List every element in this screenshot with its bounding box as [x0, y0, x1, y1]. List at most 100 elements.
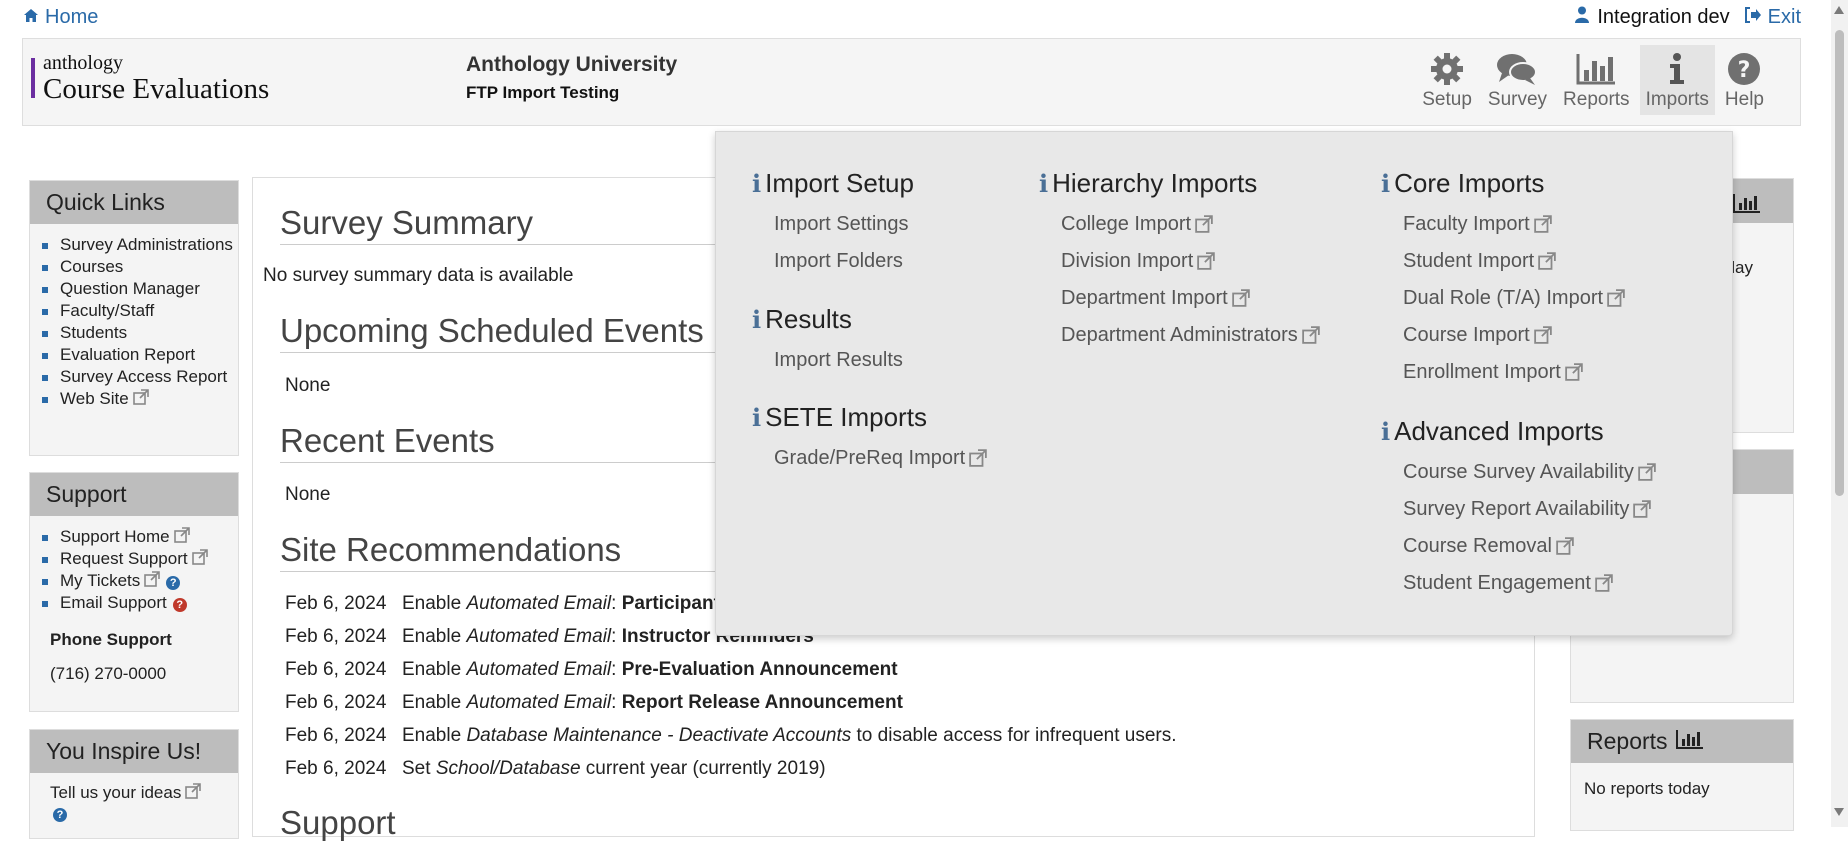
external-link-icon — [1533, 326, 1552, 344]
nav-help-label: Help — [1724, 89, 1764, 110]
quick-link-survey-access-report[interactable]: Survey Access Report — [42, 366, 238, 388]
page-scrollbar[interactable] — [1831, 0, 1848, 827]
results-group: i Results Import Results — [752, 304, 903, 372]
external-link-icon — [173, 527, 190, 543]
nav-imports-label: Imports — [1645, 89, 1709, 110]
student-import-link[interactable]: Student Import — [1403, 249, 1625, 273]
institution-subtitle: FTP Import Testing — [466, 83, 620, 102]
department-import-link[interactable]: Department Import — [1061, 286, 1320, 310]
dual-role-import-link[interactable]: Dual Role (T/A) Import — [1403, 286, 1625, 310]
ideas-link[interactable]: Tell us your ideas — [50, 783, 202, 802]
enrollment-import-link[interactable]: Enrollment Import — [1403, 360, 1625, 384]
nav-survey[interactable]: Survey — [1482, 45, 1553, 115]
sete-imports-heading: i SETE Imports — [752, 402, 927, 432]
external-link-icon — [1197, 252, 1216, 270]
external-link-icon — [191, 549, 208, 565]
info-icon — [1667, 51, 1687, 87]
imports-dropdown-menu: i Import Setup Import Settings Import Fol… — [715, 131, 1733, 636]
phone-support-label: Phone Support — [50, 630, 172, 649]
right-panel-text: lay — [1731, 258, 1753, 277]
inspire-title: You Inspire Us! — [30, 730, 238, 773]
quick-link-courses[interactable]: Courses — [42, 256, 238, 278]
recommendation-row[interactable]: Feb 6, 2024 Enable Database Maintenance -… — [285, 725, 1177, 747]
course-import-link[interactable]: Course Import — [1403, 323, 1625, 347]
import-setup-group: i Import Setup Import Settings Import Fol… — [752, 168, 914, 273]
sign-out-icon — [1744, 6, 1762, 29]
inspire-panel: You Inspire Us! Tell us your ideas ? — [29, 729, 239, 839]
home-label: Home — [45, 6, 99, 28]
nav-setup[interactable]: Setup — [1416, 45, 1478, 115]
recommendation-row[interactable]: Feb 6, 2024 Enable Automated Email: Pre-E… — [285, 659, 898, 681]
quick-link-students[interactable]: Students — [42, 322, 238, 344]
bar-chart-icon — [1576, 51, 1616, 87]
external-link-icon — [1538, 252, 1556, 270]
external-link-icon — [1301, 326, 1320, 344]
info-icon: i — [1381, 417, 1391, 446]
faculty-import-link[interactable]: Faculty Import — [1403, 212, 1625, 236]
external-link-icon — [1595, 574, 1613, 592]
nav-imports[interactable]: Imports — [1639, 45, 1715, 115]
recommendation-row[interactable]: Feb 6, 2024 Set School/Database current y… — [285, 758, 826, 780]
sete-imports-group: i SETE Imports Grade/PreReq Import — [752, 402, 987, 470]
info-icon: i — [1039, 169, 1049, 198]
external-link-icon — [144, 571, 161, 587]
nav-reports-label: Reports — [1563, 89, 1630, 110]
course-survey-availability-link[interactable]: Course Survey Availability — [1403, 460, 1656, 484]
external-link-icon — [1195, 215, 1213, 233]
student-engagement-link[interactable]: Student Engagement — [1403, 571, 1656, 595]
import-settings-link[interactable]: Import Settings — [774, 212, 914, 236]
nav-help[interactable]: ? Help — [1719, 45, 1770, 115]
quick-link-question-manager[interactable]: Question Manager — [42, 278, 238, 300]
upcoming-events-text: None — [285, 375, 331, 396]
exit-link[interactable]: Exit — [1744, 6, 1801, 29]
quick-link-survey-administrations[interactable]: Survey Administrations — [42, 234, 238, 256]
institution-name: Anthology University — [466, 53, 678, 76]
nav-reports[interactable]: Reports — [1557, 45, 1636, 115]
import-setup-heading: i Import Setup — [752, 168, 914, 198]
info-icon: i — [752, 305, 762, 334]
recommendation-row[interactable]: Feb 6, 2024 Enable Automated Email: Repor… — [285, 692, 903, 714]
course-removal-link[interactable]: Course Removal — [1403, 534, 1656, 558]
home-link[interactable]: Home — [23, 6, 98, 29]
reports-panel-text: No reports today — [1584, 779, 1710, 798]
import-results-link[interactable]: Import Results — [774, 348, 903, 372]
grade-prereq-import-link[interactable]: Grade/PreReq Import — [774, 446, 987, 470]
main-nav: Setup Survey Reports Imports ? Help — [1416, 45, 1770, 115]
department-administrators-link[interactable]: Department Administrators — [1061, 323, 1320, 347]
division-import-link[interactable]: Division Import — [1061, 249, 1320, 273]
help-icon[interactable]: ? — [166, 576, 181, 590]
top-utility-bar: Home Integration dev Exit — [0, 0, 1848, 34]
help-icon[interactable]: ? — [53, 808, 67, 822]
my-tickets-link[interactable]: My Tickets? — [42, 570, 238, 592]
quick-link-web-site[interactable]: Web Site — [42, 388, 238, 410]
quick-link-faculty-staff[interactable]: Faculty/Staff — [42, 300, 238, 322]
hierarchy-imports-group: i Hierarchy Imports College Import Divisi… — [1039, 168, 1320, 347]
logo-mark — [31, 58, 35, 98]
user-menu[interactable]: Integration dev — [1575, 6, 1730, 29]
exit-label: Exit — [1767, 6, 1801, 28]
user-icon — [1575, 6, 1590, 29]
help-icon[interactable]: ? — [172, 598, 187, 612]
bar-chart-icon — [1675, 728, 1704, 755]
scroll-down-arrow[interactable] — [1834, 808, 1844, 816]
question-icon: ? — [1727, 51, 1761, 87]
scroll-thumb[interactable] — [1835, 30, 1844, 496]
request-support-link[interactable]: Request Support — [42, 548, 238, 570]
app-header: anthology Course Evaluations Anthology U… — [22, 38, 1801, 126]
survey-report-availability-link[interactable]: Survey Report Availability — [1403, 497, 1656, 521]
external-link-icon — [185, 783, 202, 799]
import-folders-link[interactable]: Import Folders — [774, 249, 914, 273]
recent-events-text: None — [285, 484, 331, 505]
quick-links-list: Survey Administrations Courses Question … — [30, 234, 238, 410]
user-name: Integration dev — [1597, 6, 1730, 28]
email-support-link[interactable]: Email Support? — [42, 592, 238, 614]
quick-link-evaluation-report[interactable]: Evaluation Report — [42, 344, 238, 366]
support-home-link[interactable]: Support Home — [42, 526, 238, 548]
logo[interactable]: anthology Course Evaluations — [31, 53, 269, 105]
core-imports-group: i Core Imports Faculty Import Student Imp… — [1381, 168, 1625, 384]
home-icon — [23, 6, 39, 29]
phone-support-number: (716) 270-0000 — [50, 664, 167, 683]
college-import-link[interactable]: College Import — [1061, 212, 1320, 236]
survey-summary-text: No survey summary data is available — [263, 265, 574, 286]
scroll-up-arrow[interactable] — [1834, 6, 1844, 14]
